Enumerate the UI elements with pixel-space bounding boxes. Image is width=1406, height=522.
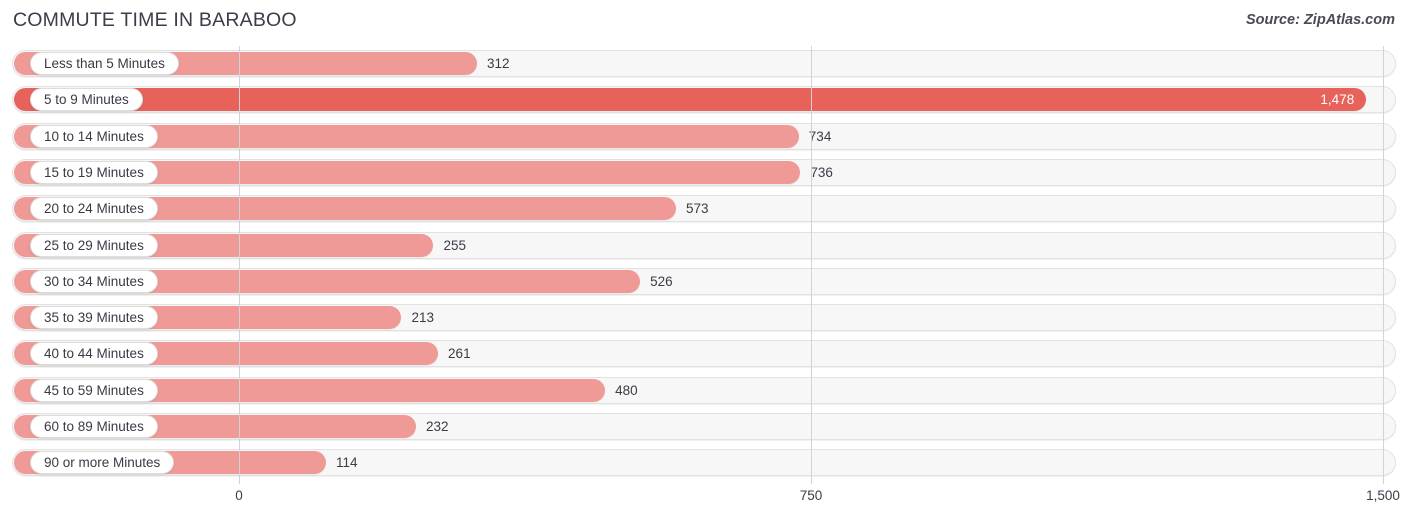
bar-category-label: 35 to 39 Minutes [30, 306, 158, 330]
axis-tick-label: 1,500 [1366, 488, 1400, 503]
bar-category-label-text: 15 to 19 Minutes [44, 164, 144, 180]
bar-category-label-text: 90 or more Minutes [44, 455, 161, 471]
bar-category-label: Less than 5 Minutes [30, 52, 179, 75]
bar-row[interactable]: 90 or more Minutes 114 [12, 449, 1396, 477]
bar-category-label-text: 30 to 34 Minutes [44, 273, 144, 289]
bar-value-label: 1,478 [1320, 92, 1355, 108]
bar-category-label: 15 to 19 Minutes [30, 160, 158, 184]
bar-row[interactable]: 40 to 44 Minutes 261 [12, 340, 1396, 368]
bar-row[interactable]: 60 to 89 Minutes 232 [12, 413, 1396, 440]
bar-row[interactable]: 10 to 14 Minutes 734 [12, 122, 1396, 150]
bar-category-label: 45 to 59 Minutes [30, 378, 158, 402]
bar-value-label: 573 [686, 201, 709, 217]
bar-category-label: 25 to 29 Minutes [30, 233, 158, 257]
bar-value-label: 312 [486, 56, 510, 71]
bar-row[interactable]: 25 to 29 Minutes 255 [12, 231, 1396, 259]
bar-category-label: 40 to 44 Minutes [30, 342, 158, 366]
bar-row[interactable]: 35 to 39 Minutes 213 [12, 304, 1396, 332]
bar-row[interactable]: 20 to 24 Minutes 573 [12, 195, 1396, 223]
bar-row[interactable]: Less than 5 Minutes 312 [12, 50, 1396, 77]
axis-tick-label: 0 [235, 488, 243, 503]
bar-category-label-text: 25 to 29 Minutes [44, 237, 144, 253]
x-axis: 0 750 1,500 [0, 486, 1406, 522]
bar-category-label: 20 to 24 Minutes [30, 197, 158, 221]
source-attribution: Source: ZipAtlas.com [1245, 12, 1395, 28]
bar-row[interactable]: 15 to 19 Minutes 736 [12, 158, 1396, 186]
bar-value-label: 480 [615, 382, 638, 398]
bar-value-label: 736 [810, 164, 833, 180]
bar-category-label-text: 10 to 14 Minutes [44, 128, 144, 144]
bar-category-label-text: Less than 5 Minutes [44, 56, 165, 71]
bar-category-label-text: 40 to 44 Minutes [44, 346, 144, 362]
bar-value-label: 213 [411, 310, 434, 326]
bar-category-label: 90 or more Minutes [30, 451, 175, 475]
bar-row[interactable]: 30 to 34 Minutes 526 [12, 267, 1396, 295]
page-title: COMMUTE TIME IN BARABOO [13, 9, 297, 31]
bar-row[interactable]: 5 to 9 Minutes 1,478 [12, 86, 1396, 114]
bar-value-label: 255 [443, 237, 466, 253]
bar-value-label: 261 [448, 346, 471, 362]
bar-category-label: 30 to 34 Minutes [30, 269, 158, 293]
bar-value-label: 734 [808, 128, 832, 144]
bar-category-label-text: 60 to 89 Minutes [44, 419, 144, 434]
bar-row[interactable]: 45 to 59 Minutes 480 [12, 376, 1396, 404]
bar-category-label-text: 20 to 24 Minutes [44, 201, 144, 217]
bar-category-label-text: 35 to 39 Minutes [44, 310, 144, 326]
plot-area: Less than 5 Minutes 312 5 to 9 Minutes 1,47… [0, 44, 1406, 486]
bar-value-label: 526 [650, 273, 673, 289]
chart-header: COMMUTE TIME IN BARABOO Source: ZipAtlas… [0, 0, 1406, 44]
axis-tick-label: 750 [799, 488, 823, 503]
bar-category-label: 60 to 89 Minutes [30, 415, 158, 438]
bar-value-label: 232 [425, 419, 449, 434]
bar-rows: Less than 5 Minutes 312 5 to 9 Minutes 1,47… [0, 44, 1406, 486]
bar-category-label-text: 45 to 59 Minutes [44, 382, 144, 398]
commute-time-bar-chart: COMMUTE TIME IN BARABOO Source: ZipAtlas… [0, 0, 1406, 522]
bar-value-label: 114 [335, 455, 358, 471]
bar-category-label: 10 to 14 Minutes [30, 124, 158, 148]
